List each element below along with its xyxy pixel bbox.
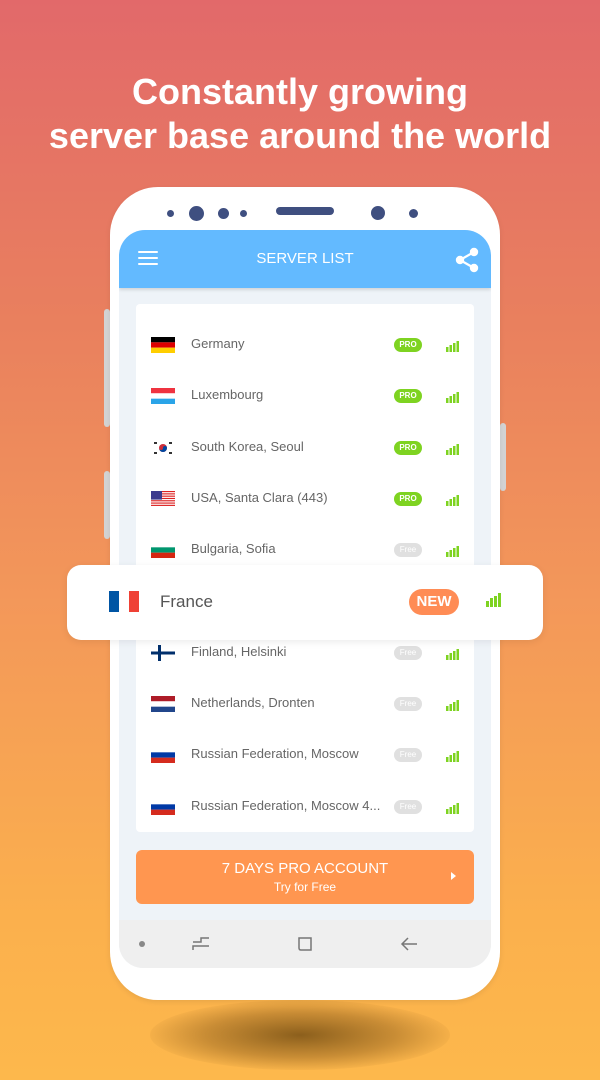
flag-icon-nl (151, 696, 175, 713)
server-name: Germany (191, 336, 245, 351)
flag-icon-fi (151, 644, 175, 661)
free-badge: Free (394, 799, 422, 814)
sensor-dot (409, 209, 418, 218)
free-badge: Free (394, 748, 422, 763)
signal-strength-icon (446, 442, 459, 455)
sensor-dot (167, 210, 174, 217)
signal-strength-icon (446, 801, 459, 814)
signal-strength-icon (446, 390, 459, 404)
sensor-dot (240, 210, 247, 217)
free-badge: Free (394, 697, 422, 712)
highlighted-server-france[interactable]: France NEW (67, 565, 543, 640)
dot-icon (139, 941, 145, 947)
server-name: Netherlands, Dronten (191, 695, 315, 711)
pro-account-title: 7 DAYS PRO ACCOUNT (221, 860, 389, 877)
flag-icon-de (151, 337, 175, 353)
server-name: Bulgaria, Sofia (191, 541, 276, 557)
server-name: South Korea, Seoul (191, 438, 304, 454)
recent-apps-icon[interactable] (191, 934, 211, 954)
back-icon[interactable] (399, 934, 419, 954)
headline: Constantly growing server base around th… (0, 70, 600, 158)
home-icon[interactable] (295, 934, 315, 954)
share-icon[interactable] (453, 246, 481, 274)
flag-icon-kr (151, 439, 175, 456)
server-name: Russian Federation, Moscow (191, 746, 359, 762)
pro-badge: PRO (394, 440, 422, 455)
signal-strength-icon (486, 593, 501, 607)
server-name: Luxembourg (191, 387, 264, 403)
free-badge: Free (394, 543, 422, 558)
server-row[interactable]: Netherlands, Dronten Free (136, 679, 474, 730)
server-row[interactable]: Russian Federation, Moscow Free (136, 730, 474, 781)
earpiece-speaker (276, 207, 334, 215)
server-row[interactable]: Luxembourg PRO (136, 371, 474, 422)
signal-strength-icon (446, 749, 459, 763)
server-row[interactable]: USA, Santa Clara (443) PRO (136, 474, 474, 525)
signal-strength-icon (446, 647, 459, 660)
free-badge: Free (394, 645, 422, 660)
pro-account-subtitle: Try for Free (273, 880, 337, 894)
server-name: Russian Federation, Moscow 4... (191, 797, 381, 813)
flag-icon-us (151, 490, 175, 507)
system-nav-bar (119, 920, 491, 968)
sensor-dot (218, 208, 229, 219)
headline-line-2: server base around the world (48, 115, 552, 156)
flag-icon-lu (151, 388, 175, 405)
iris-scanner (371, 206, 385, 220)
headline-line-1: Constantly growing (132, 71, 468, 112)
flag-icon-ru (151, 747, 175, 764)
signal-strength-icon (446, 339, 459, 352)
flag-icon-fr (109, 591, 139, 612)
signal-strength-icon (446, 698, 459, 712)
power-button (500, 423, 506, 491)
app-bar: SERVER LIST (119, 230, 491, 288)
page-title: SERVER LIST (256, 250, 354, 267)
signal-strength-icon (446, 544, 459, 558)
server-name: France (160, 592, 213, 611)
pro-badge: PRO (394, 338, 422, 352)
server-row[interactable]: Russian Federation, Moscow 4... Free (136, 782, 474, 833)
pro-account-button[interactable]: 7 DAYS PRO ACCOUNT Try for Free (136, 850, 474, 904)
play-arrow-icon (451, 872, 456, 880)
front-camera (189, 206, 204, 221)
flag-icon-ru (151, 798, 175, 815)
signal-strength-icon (446, 493, 459, 506)
server-row[interactable]: Germany PRO (136, 320, 474, 371)
phone-shadow (150, 1000, 450, 1070)
pro-badge: PRO (394, 389, 422, 404)
server-name: Finland, Helsinki (191, 643, 287, 659)
new-badge: NEW (409, 589, 459, 615)
server-row[interactable]: South Korea, Seoul PRO (136, 423, 474, 474)
flag-icon-bg (151, 542, 175, 559)
server-name: USA, Santa Clara (443) (191, 489, 328, 505)
pro-badge: PRO (394, 491, 422, 506)
